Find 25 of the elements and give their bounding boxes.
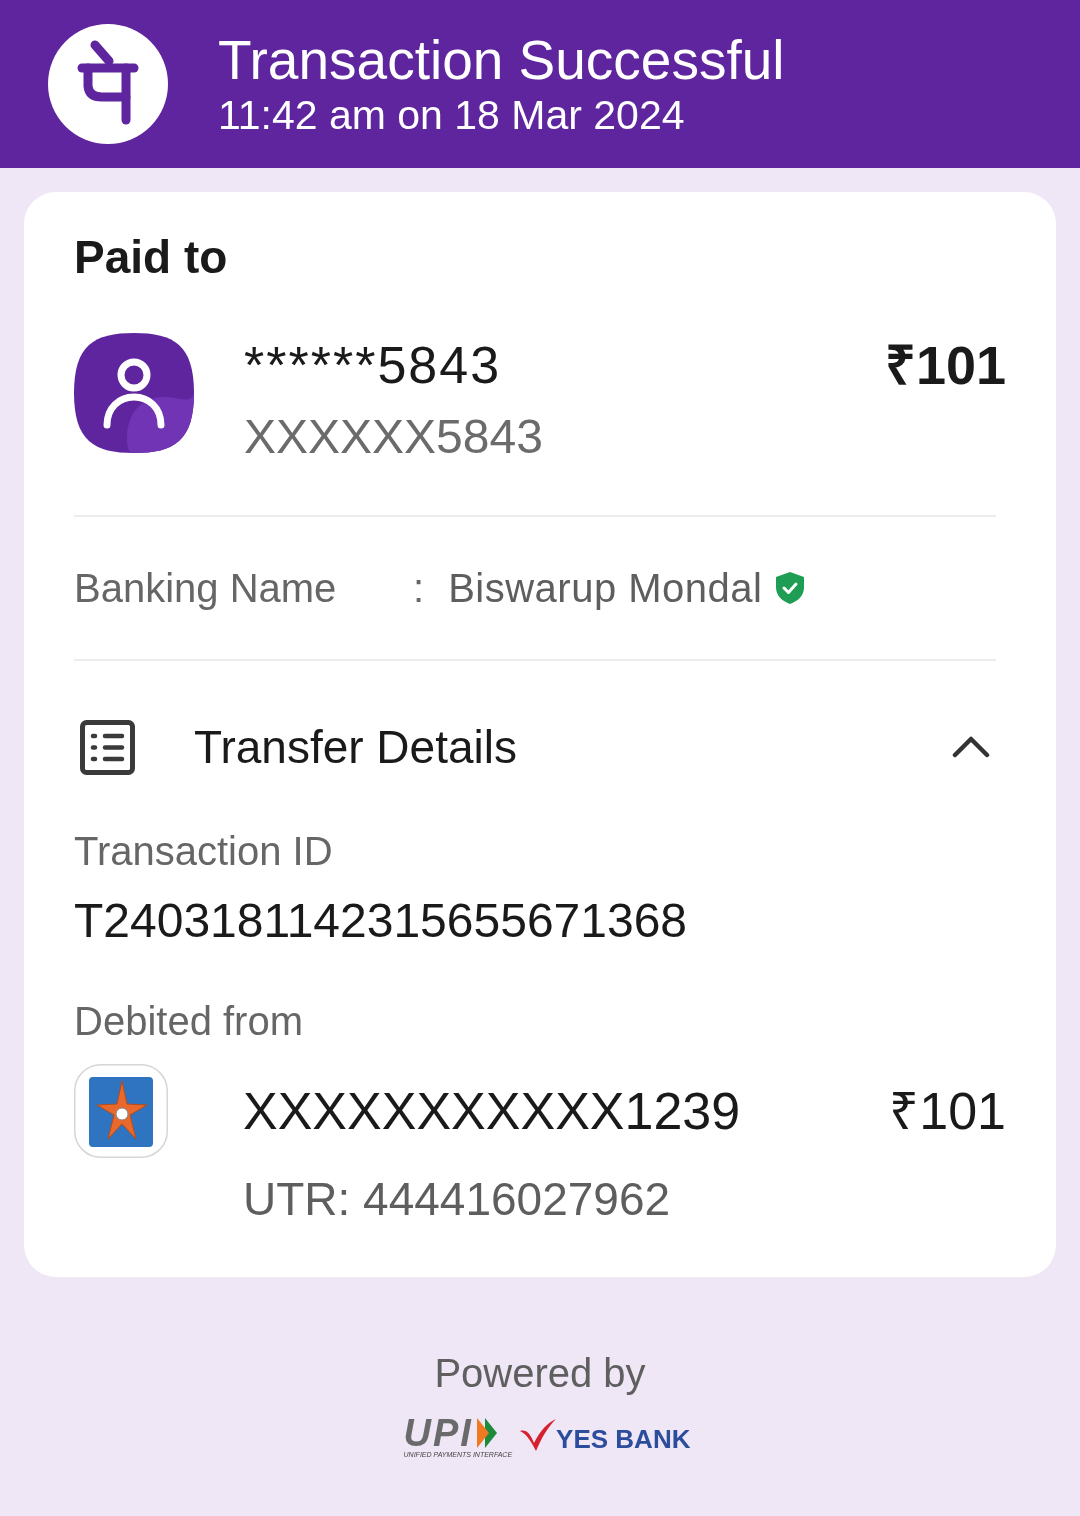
banking-name-label: Banking Name [74,565,338,612]
payee-name: ******5843 [244,335,502,395]
logo-icon [48,24,168,144]
transaction-id-label: Transaction ID [74,828,334,875]
payee-account: XXXXXX5843 [244,409,544,465]
bank-logo-text: YES BANK [556,1425,691,1453]
debited-from-label: Debited from [74,998,304,1045]
powered-by-text: Powered by [434,1350,646,1397]
list-document-icon [80,719,135,775]
status-title: Transaction Successful [218,29,785,91]
label-separator: : [413,565,425,612]
paid-amount: ₹101 [884,335,1006,395]
debit-amount: ₹101 [889,1081,1006,1141]
tick-mark-icon [520,1419,557,1451]
star-logo-icon [74,1064,168,1158]
upi-logo-text: UPI [403,1417,473,1449]
banking-name-value: Biswarup Mondal [448,565,763,612]
transaction-time: 11:42 am on 18 Mar 2024 [218,91,686,139]
debit-account: XXXXXXXXXXX1239 [243,1081,741,1141]
utr-number: UTR: 444416027962 [243,1172,672,1227]
section-heading: Paid to [74,230,229,285]
arrow-mark-icon [476,1418,497,1448]
transaction-id-value: T2403181142315655671368 [74,893,689,949]
transfer-details-title: Transfer Details [194,720,518,775]
person-avatar-icon [74,333,194,453]
